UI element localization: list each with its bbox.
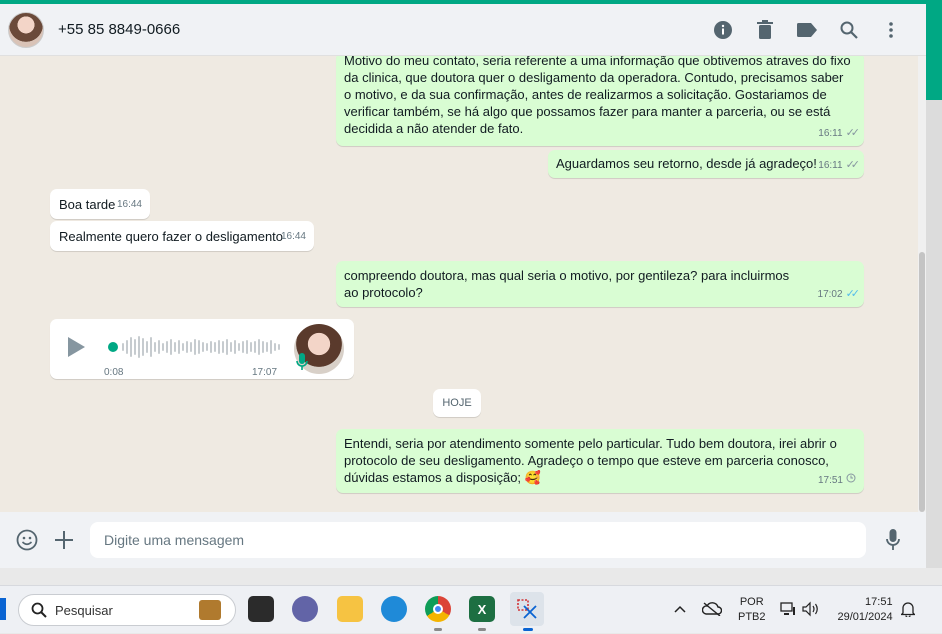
emoji-icon[interactable] xyxy=(15,528,39,552)
double-check-icon: ✓✓ xyxy=(845,127,861,139)
message-text: Aguardamos seu retorno, desde já agradeç… xyxy=(556,156,817,171)
excel-icon[interactable]: X xyxy=(469,596,495,622)
message-text: compreendo doutora, mas qual seria o mot… xyxy=(344,268,790,300)
chrome-running-indicator xyxy=(434,628,442,631)
trash-icon[interactable] xyxy=(754,19,776,41)
search-icon[interactable] xyxy=(838,19,860,41)
double-check-blue-icon: ✓✓ xyxy=(845,288,861,300)
message-time: 16:44 xyxy=(280,231,306,242)
message-text: Motivo do meu contato, seria referente a… xyxy=(344,56,851,136)
language-code: POR xyxy=(739,596,764,608)
message-time: 17:02 xyxy=(817,289,843,300)
message-time: 17:07 xyxy=(252,367,278,378)
search-icon xyxy=(31,602,47,618)
edge-icon[interactable] xyxy=(381,596,407,622)
volume-icon[interactable] xyxy=(801,601,820,620)
message-meta: 17:02 ✓✓ xyxy=(817,286,861,303)
message-time: 16:11 xyxy=(818,128,843,139)
date-divider: HOJE xyxy=(433,389,481,417)
audio-duration: 0:08 xyxy=(104,367,124,378)
audio-waveform[interactable] xyxy=(122,333,280,361)
message-time: 17:51 xyxy=(817,475,843,486)
clock-date: 29/01/2024 xyxy=(837,611,893,623)
onedrive-offline-icon[interactable] xyxy=(701,601,723,619)
message-composer: Digite uma mensagem xyxy=(0,512,926,568)
message-meta: 16:11 ✓✓ xyxy=(818,157,861,174)
clock[interactable]: 17:51 29/01/2024 xyxy=(838,595,893,625)
message-text: Realmente quero fazer o desligamento xyxy=(59,229,284,244)
chat-header: +55 85 8849-0666 xyxy=(0,4,926,56)
search-label: Pesquisar xyxy=(55,602,113,618)
double-check-icon: ✓✓ xyxy=(845,159,861,171)
audio-progress-dot[interactable] xyxy=(108,342,118,352)
taskbar-search[interactable]: Pesquisar xyxy=(18,594,236,626)
mic-icon xyxy=(296,353,310,371)
menu-icon[interactable] xyxy=(880,19,902,41)
play-icon[interactable] xyxy=(68,337,85,357)
network-icon[interactable] xyxy=(779,601,796,620)
snipping-tool-icon[interactable] xyxy=(510,592,544,626)
message-time: 16:11 xyxy=(818,160,843,171)
whatsapp-window: +55 85 8849-0666 Motivo do meu contato, … xyxy=(0,0,942,568)
voice-message[interactable]: 0:08 17:07 xyxy=(50,319,354,379)
chevron-up-icon[interactable] xyxy=(672,604,688,616)
label-icon[interactable] xyxy=(796,19,818,41)
snipping-running-indicator xyxy=(523,628,533,631)
chrome-icon[interactable] xyxy=(425,596,451,622)
message-meta: 16:11 ✓✓ xyxy=(818,125,861,142)
language-indicator[interactable]: POR PTB2 xyxy=(738,595,766,625)
info-icon[interactable] xyxy=(712,19,734,41)
contact-avatar[interactable] xyxy=(8,11,44,48)
excel-letter-icon: X xyxy=(477,601,487,617)
message-outgoing[interactable]: Entendi, seria por atendimento somente p… xyxy=(336,429,864,493)
message-incoming[interactable]: Realmente quero fazer o desligamento 16:… xyxy=(50,221,314,251)
attach-plus-icon[interactable] xyxy=(52,528,76,552)
task-view-icon[interactable] xyxy=(248,596,274,622)
start-button[interactable] xyxy=(0,598,6,620)
message-meta: 16:44 xyxy=(281,228,306,245)
notification-bell-icon[interactable] xyxy=(899,601,916,620)
message-meta: 16:44 xyxy=(117,196,142,213)
header-actions xyxy=(712,4,902,56)
briefcase-icon xyxy=(199,600,221,620)
clock-time: 17:51 xyxy=(865,596,893,608)
windows-taskbar: Pesquisar X POR PTB2 17:51 29/01/2024 xyxy=(0,585,942,633)
window-top-strip xyxy=(0,0,942,4)
background-window-edge-gray xyxy=(926,100,942,568)
excel-running-indicator xyxy=(478,628,486,631)
system-tray: POR PTB2 17:51 29/01/2024 xyxy=(672,586,916,634)
microphone-icon[interactable] xyxy=(881,528,905,552)
message-list[interactable]: Motivo do meu contato, seria referente a… xyxy=(0,56,918,512)
message-text: Entendi, seria por atendimento somente p… xyxy=(344,436,837,485)
message-outgoing[interactable]: Aguardamos seu retorno, desde já agradeç… xyxy=(548,150,864,178)
message-input[interactable]: Digite uma mensagem xyxy=(90,522,866,558)
scroll-thumb[interactable] xyxy=(919,252,925,512)
message-time: 16:44 xyxy=(116,199,142,210)
message-meta: 17:51 xyxy=(818,472,856,489)
message-outgoing[interactable]: compreendo doutora, mas qual seria o mot… xyxy=(336,261,864,307)
teams-icon[interactable] xyxy=(292,596,318,622)
message-outgoing[interactable]: Motivo do meu contato, seria referente a… xyxy=(336,56,864,146)
chat-scrollbar[interactable] xyxy=(918,56,926,512)
contact-name[interactable]: +55 85 8849-0666 xyxy=(58,21,180,38)
clock-pending-icon xyxy=(846,472,856,489)
message-incoming[interactable]: Boa tarde 16:44 xyxy=(50,189,150,219)
background-window-edge xyxy=(926,4,942,100)
keyboard-layout: PTB2 xyxy=(738,611,766,623)
file-explorer-icon[interactable] xyxy=(337,596,363,622)
